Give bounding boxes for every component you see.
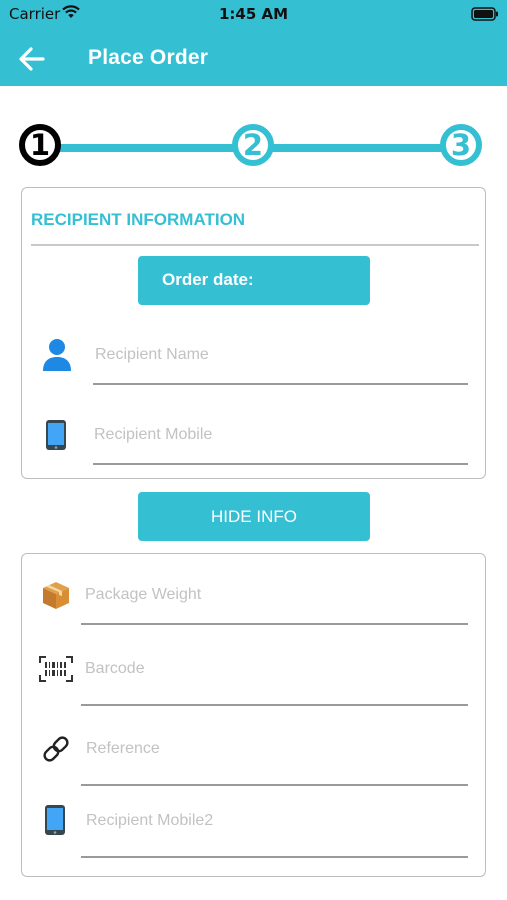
divider [31,244,479,246]
step-2-indicator[interactable]: 2 [232,124,274,166]
package-weight-underline [81,623,468,625]
nav-bar: Place Order [0,28,507,86]
order-date-button[interactable]: Order date: [138,256,370,305]
recipient-mobile-input[interactable]: Recipient Mobile [94,426,212,444]
recipient-mobile-underline [93,463,468,465]
recipient-mobile2-underline [81,856,468,858]
package-info-card: Package Weight Barcode Reference Recipie… [21,553,486,877]
recipient-name-underline [93,383,468,385]
barcode-underline [81,704,468,706]
status-time: 1:45 AM [218,5,289,23]
arrow-left-icon[interactable] [18,46,46,72]
section-title: RECIPIENT INFORMATION [31,210,246,229]
reference-input[interactable]: Reference [86,740,160,758]
battery-icon [471,7,498,21]
phone-icon [46,420,66,450]
reference-underline [81,784,468,786]
package-weight-input[interactable]: Package Weight [85,586,201,604]
step-1-indicator[interactable]: 1 [19,124,61,166]
barcode-input[interactable]: Barcode [85,660,145,678]
barcode-icon [39,656,73,682]
order-date-label: Order date: [162,270,254,289]
page-title: Place Order [88,46,209,69]
recipient-name-input[interactable]: Recipient Name [95,346,209,364]
hide-info-button[interactable]: HIDE INFO [138,492,370,541]
link-icon [43,736,69,762]
package-box-icon [43,582,69,609]
recipient-mobile2-input[interactable]: Recipient Mobile2 [86,812,213,830]
status-bar: Carrier 1:45 AM [0,0,507,28]
phone-icon [45,805,65,835]
order-stepper: 1 2 3 [0,120,507,180]
step-3-indicator[interactable]: 3 [440,124,482,166]
person-icon [43,339,71,371]
recipient-info-card: RECIPIENT INFORMATION Order date: Recipi… [21,187,486,479]
